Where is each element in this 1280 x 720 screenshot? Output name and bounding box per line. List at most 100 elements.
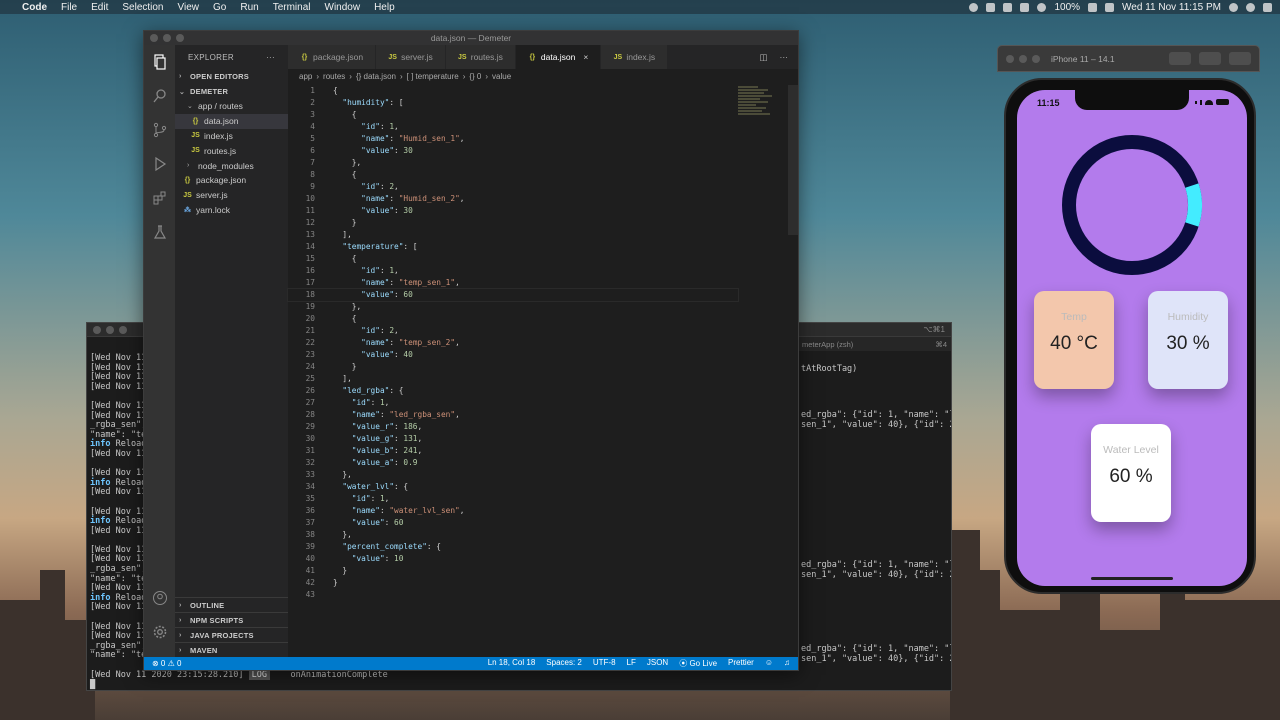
folder-app-routes[interactable]: ⌄ app / routes [175, 99, 288, 114]
testing-flask-icon[interactable] [144, 215, 175, 249]
editor-scrollbar[interactable] [788, 85, 798, 235]
prettier-status[interactable]: Prettier [728, 658, 754, 669]
notifications-bell-icon[interactable]: ♫ [784, 658, 790, 669]
tab-data-json[interactable]: {} data.json × [515, 45, 602, 69]
menu-view[interactable]: View [178, 2, 200, 13]
file-data-json[interactable]: {} data.json [175, 113, 288, 129]
minimap[interactable] [738, 85, 786, 145]
chevron-right-icon: › [349, 71, 352, 81]
screen-icon[interactable] [986, 2, 996, 12]
file-package-json[interactable]: {} package.json [175, 173, 288, 188]
menu-help[interactable]: Help [374, 2, 395, 13]
explorer-icon[interactable] [144, 45, 175, 79]
search-icon[interactable] [144, 79, 175, 113]
project-section[interactable]: ⌄ DEMETER [175, 84, 288, 99]
bluetooth-icon[interactable] [1020, 2, 1030, 12]
breadcrumb-item[interactable]: {} data.json [356, 72, 396, 81]
temp-card[interactable]: Temp 40 °C [1034, 291, 1114, 389]
menu-file[interactable]: File [61, 2, 77, 13]
home-button[interactable] [1199, 52, 1221, 65]
list-icon[interactable] [1263, 2, 1272, 12]
more-actions-icon[interactable]: ··· [266, 53, 275, 62]
minimize-icon[interactable] [1019, 54, 1027, 63]
minimize-icon[interactable] [106, 325, 114, 334]
explorer-title: EXPLORER [188, 52, 234, 62]
go-live-button[interactable]: ⦿ Go Live [679, 658, 717, 669]
chevron-right-icon: › [485, 71, 489, 81]
phone-screen[interactable]: 11:15 Temp 40 °C Humidity 30 % Water Lev… [1017, 90, 1247, 586]
breadcrumb-item[interactable]: routes [323, 72, 345, 81]
folder-node-modules[interactable]: › node_modules [175, 158, 288, 173]
chevron-right-icon: › [462, 71, 466, 81]
extensions-icon[interactable] [144, 181, 175, 215]
wifi-icon[interactable] [1037, 2, 1047, 12]
tab-package-json[interactable]: {} package.json [288, 45, 377, 69]
zoom-icon[interactable] [119, 325, 127, 334]
cursor-position[interactable]: Ln 18, Col 18 [488, 658, 536, 669]
menubar-datetime[interactable]: Wed 11 Nov 11:15 PM [1122, 2, 1221, 13]
card-label: Water Level [1103, 444, 1159, 456]
menubar-app-name[interactable]: Code [22, 2, 47, 13]
close-tab-icon[interactable]: × [583, 52, 588, 62]
split-editor-icon[interactable]: ◫ [759, 52, 767, 63]
vscode-window[interactable]: data.json — Demeter EXPLORER ··· › OPEN ED… [143, 30, 799, 671]
zoom-icon[interactable] [1032, 54, 1040, 63]
battery-icon[interactable] [1088, 2, 1098, 12]
menu-terminal[interactable]: Terminal [273, 2, 311, 13]
editor-area[interactable]: {} package.json JS server.js JS routes.js {… [287, 45, 798, 657]
breadcrumb-item[interactable]: {} 0 [469, 72, 481, 81]
problems-status[interactable]: ⊗ 0 ⚠ 0 [152, 659, 181, 668]
terminal-line: tAtRootTag) [801, 364, 858, 374]
screenshot-button[interactable] [1169, 52, 1191, 65]
maven-section[interactable]: › MAVEN [175, 642, 288, 657]
breadcrumb-item[interactable]: app [299, 72, 312, 81]
menu-selection[interactable]: Selection [122, 2, 163, 13]
menu-go[interactable]: Go [213, 2, 226, 13]
file-server-js[interactable]: JS server.js [175, 188, 288, 203]
text-icon[interactable] [1003, 2, 1013, 12]
encoding-status[interactable]: UTF-8 [593, 658, 616, 669]
card-value: 60 % [1109, 466, 1153, 487]
code-line: 13 ], [288, 229, 738, 241]
water-level-card[interactable]: Water Level 60 % [1091, 424, 1171, 522]
control-center-icon[interactable] [1105, 2, 1115, 12]
open-editors-section[interactable]: › OPEN EDITORS [175, 69, 288, 84]
indentation-status[interactable]: Spaces: 2 [546, 658, 582, 669]
breadcrumb-item[interactable]: value [492, 72, 511, 81]
file-routes-js[interactable]: JS routes.js [175, 143, 288, 158]
language-mode[interactable]: JSON [647, 658, 668, 669]
menu-window[interactable]: Window [325, 2, 361, 13]
java-projects-section[interactable]: › JAVA PROJECTS [175, 627, 288, 642]
right-terminal-window[interactable]: ⌥⌘1 meterApp (zsh) ⌘4 tAtRootTag) ed_rgb… [798, 322, 952, 691]
tab-label: server.js [401, 52, 433, 62]
code-editor[interactable]: 1{2 "humidity": [3 {4 "id": 1, 5 "name": … [287, 85, 739, 601]
line-number: 12 [305, 218, 315, 227]
outline-section[interactable]: › OUTLINE [175, 597, 288, 612]
code-line: 31 "value_b": 241, [288, 445, 738, 457]
source-control-icon[interactable] [144, 113, 175, 147]
account-icon[interactable] [144, 581, 175, 615]
rotate-button[interactable] [1229, 52, 1251, 65]
humidity-card[interactable]: Humidity 30 % [1148, 291, 1228, 389]
tab-routes-js[interactable]: JS routes.js [445, 45, 516, 69]
settings-gear-icon[interactable] [144, 615, 175, 649]
record-icon[interactable] [969, 2, 979, 12]
tab-index-js[interactable]: JS index.js [601, 45, 669, 69]
close-icon[interactable] [93, 325, 101, 334]
tab-server-js[interactable]: JS server.js [376, 45, 446, 69]
user-icon[interactable] [1246, 2, 1255, 12]
npm-scripts-section[interactable]: › NPM SCRIPTS [175, 612, 288, 627]
feedback-icon[interactable]: ☺ [765, 658, 773, 669]
file-index-js[interactable]: JS index.js [175, 129, 288, 144]
run-debug-icon[interactable] [144, 147, 175, 181]
code-line: 11 "value": 30 [288, 205, 738, 217]
terminal-tab[interactable]: meterApp (zsh) ⌘4 [798, 337, 951, 351]
more-actions-icon[interactable]: ··· [780, 52, 789, 62]
eol-status[interactable]: LF [627, 658, 636, 669]
search-icon[interactable] [1229, 2, 1238, 12]
close-icon[interactable] [1006, 54, 1014, 63]
menu-run[interactable]: Run [240, 2, 258, 13]
menu-edit[interactable]: Edit [91, 2, 108, 13]
file-yarn-lock[interactable]: ⁂ yarn.lock [175, 203, 288, 218]
breadcrumb-item[interactable]: [ ] temperature [407, 72, 459, 81]
